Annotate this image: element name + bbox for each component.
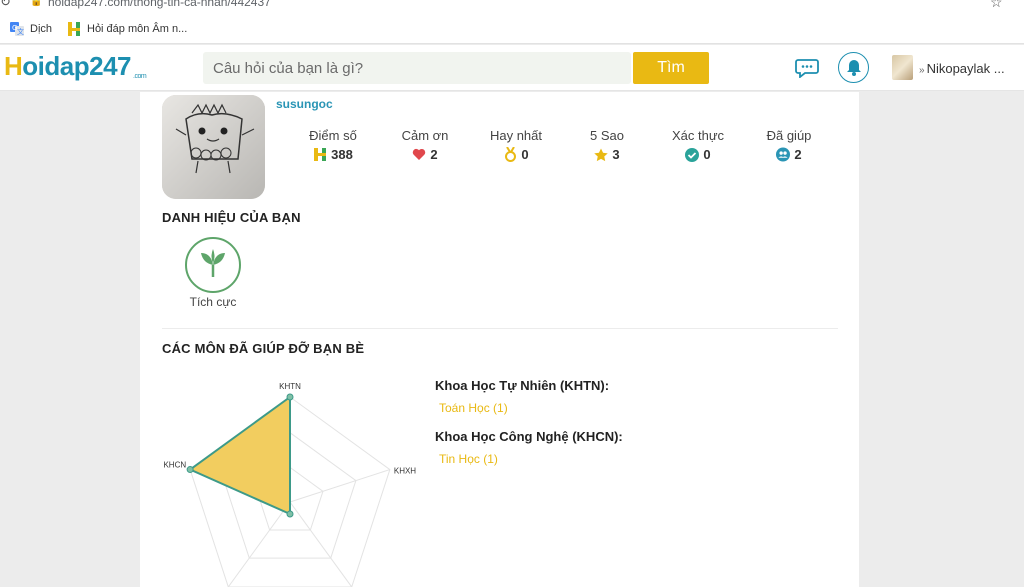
chat-icon[interactable] xyxy=(795,58,819,83)
site-logo[interactable]: Hoidap247 .com xyxy=(4,51,147,82)
radar-axis-label: KHCN xyxy=(163,461,186,470)
bookmark-star-icon[interactable]: ☆ xyxy=(990,0,1003,11)
star-icon xyxy=(594,147,609,162)
stat-value: 0 xyxy=(521,147,529,162)
user-name: Nikopaylak ... xyxy=(926,61,1005,76)
stat-value: 0 xyxy=(703,147,711,162)
bookmark-hoidap[interactable]: Hỏi đáp môn Âm n... xyxy=(67,22,187,36)
verified-check-icon xyxy=(685,147,700,162)
stat-verified: Xác thực 0 xyxy=(653,128,743,162)
bookmarks-bar: G文 Dịch Hỏi đáp môn Âm n... xyxy=(0,15,1024,44)
subjects-radar-chart: KHTN KHXH KHCN xyxy=(163,382,416,587)
radar-axis-label: KHXH xyxy=(394,467,416,476)
bookmark-label: Hỏi đáp môn Âm n... xyxy=(87,23,188,35)
stat-value: 2 xyxy=(794,147,802,162)
subject-group-khtn: Khoa Học Tự Nhiên (KHTN): Toán Học (1) xyxy=(435,378,609,415)
profile-avatar xyxy=(162,95,265,199)
stat-value: 388 xyxy=(331,147,353,162)
stat-thanks: Cảm ơn 2 xyxy=(380,128,470,162)
google-translate-icon: G文 xyxy=(10,22,24,36)
leaf-plant-icon xyxy=(197,247,229,284)
stat-value: 2 xyxy=(430,147,438,162)
url-text[interactable]: hoidap247.com/thong-tin-ca-nhan/442437 xyxy=(48,0,271,9)
radar-point xyxy=(186,466,194,474)
chevron-down-icon: » xyxy=(919,65,925,76)
site-header: Hoidap247 .com Tìm »Nikopaylak ... xyxy=(0,45,1024,91)
user-menu[interactable]: » Nikopaylak ... xyxy=(919,61,1005,76)
stat-points: Điểm số 388 xyxy=(288,128,378,162)
radar-axis-line xyxy=(289,501,353,587)
stat-label: Đã giúp xyxy=(766,128,812,143)
subject-group-title: Khoa Học Công Nghệ (KHCN): xyxy=(435,429,623,444)
stat-helped: Đã giúp 2 xyxy=(744,128,834,162)
badge-label: Tích cực xyxy=(189,295,237,309)
search-input[interactable] xyxy=(203,52,631,84)
users-icon xyxy=(776,147,791,162)
profile-card: susungoc Điểm số 388 Cảm ơn 2 Hay nhất 0… xyxy=(140,92,859,587)
stat-value: 3 xyxy=(612,147,620,162)
radar-point xyxy=(286,510,294,518)
bell-icon[interactable] xyxy=(838,52,869,83)
subject-item-link[interactable]: Toán Học (1) xyxy=(439,401,609,415)
subject-group-title: Khoa Học Tự Nhiên (KHTN): xyxy=(435,378,610,393)
svg-text:文: 文 xyxy=(17,27,24,36)
subject-group-khcn: Khoa Học Công Nghệ (KHCN): Tin Học (1) xyxy=(435,429,623,466)
radar-area xyxy=(188,395,291,516)
logo-text: oidap247 xyxy=(22,51,131,81)
stat-label: Xác thực xyxy=(671,128,725,143)
search-button[interactable]: Tìm xyxy=(633,52,709,84)
subjects-section-heading: CÁC MÔN ĐÃ GIÚP ĐỠ BẠN BÈ xyxy=(162,341,365,356)
stat-best: Hay nhất 0 xyxy=(471,128,561,162)
heart-icon xyxy=(412,148,426,162)
radar-axis-line xyxy=(227,501,291,587)
hoidap-h-icon xyxy=(313,148,327,162)
logo-suffix: .com xyxy=(133,73,147,80)
stat-label: Cảm ơn xyxy=(401,128,449,143)
medal-icon xyxy=(503,147,517,162)
subject-item-link[interactable]: Tin Học (1) xyxy=(439,452,623,466)
user-avatar[interactable] xyxy=(892,55,913,80)
browser-address-bar[interactable]: ↻ 🔒 hoidap247.com/thong-tin-ca-nhan/4424… xyxy=(0,0,1024,15)
back-arrow-icon[interactable]: ↻ xyxy=(0,0,11,10)
radar-axis-line xyxy=(289,469,391,503)
stat-label: 5 Sao xyxy=(590,128,624,143)
badge-active[interactable] xyxy=(185,237,241,293)
profile-username[interactable]: susungoc xyxy=(276,97,333,111)
hoidap-h-icon xyxy=(67,22,81,36)
stat-five-stars: 5 Sao 3 xyxy=(562,128,652,162)
logo-letter: H xyxy=(4,51,23,81)
section-divider xyxy=(162,328,838,329)
stat-label: Hay nhất xyxy=(489,128,543,143)
bookmark-label: Dịch xyxy=(30,23,53,35)
stat-label: Điểm số xyxy=(309,128,357,143)
lock-icon: 🔒 xyxy=(30,0,43,7)
radar-axis-label: KHTN xyxy=(279,382,301,391)
radar-point xyxy=(286,393,294,401)
titles-section-heading: DANH HIỆU CỦA BẠN xyxy=(162,210,301,225)
bookmark-translate[interactable]: G文 Dịch xyxy=(10,22,52,36)
